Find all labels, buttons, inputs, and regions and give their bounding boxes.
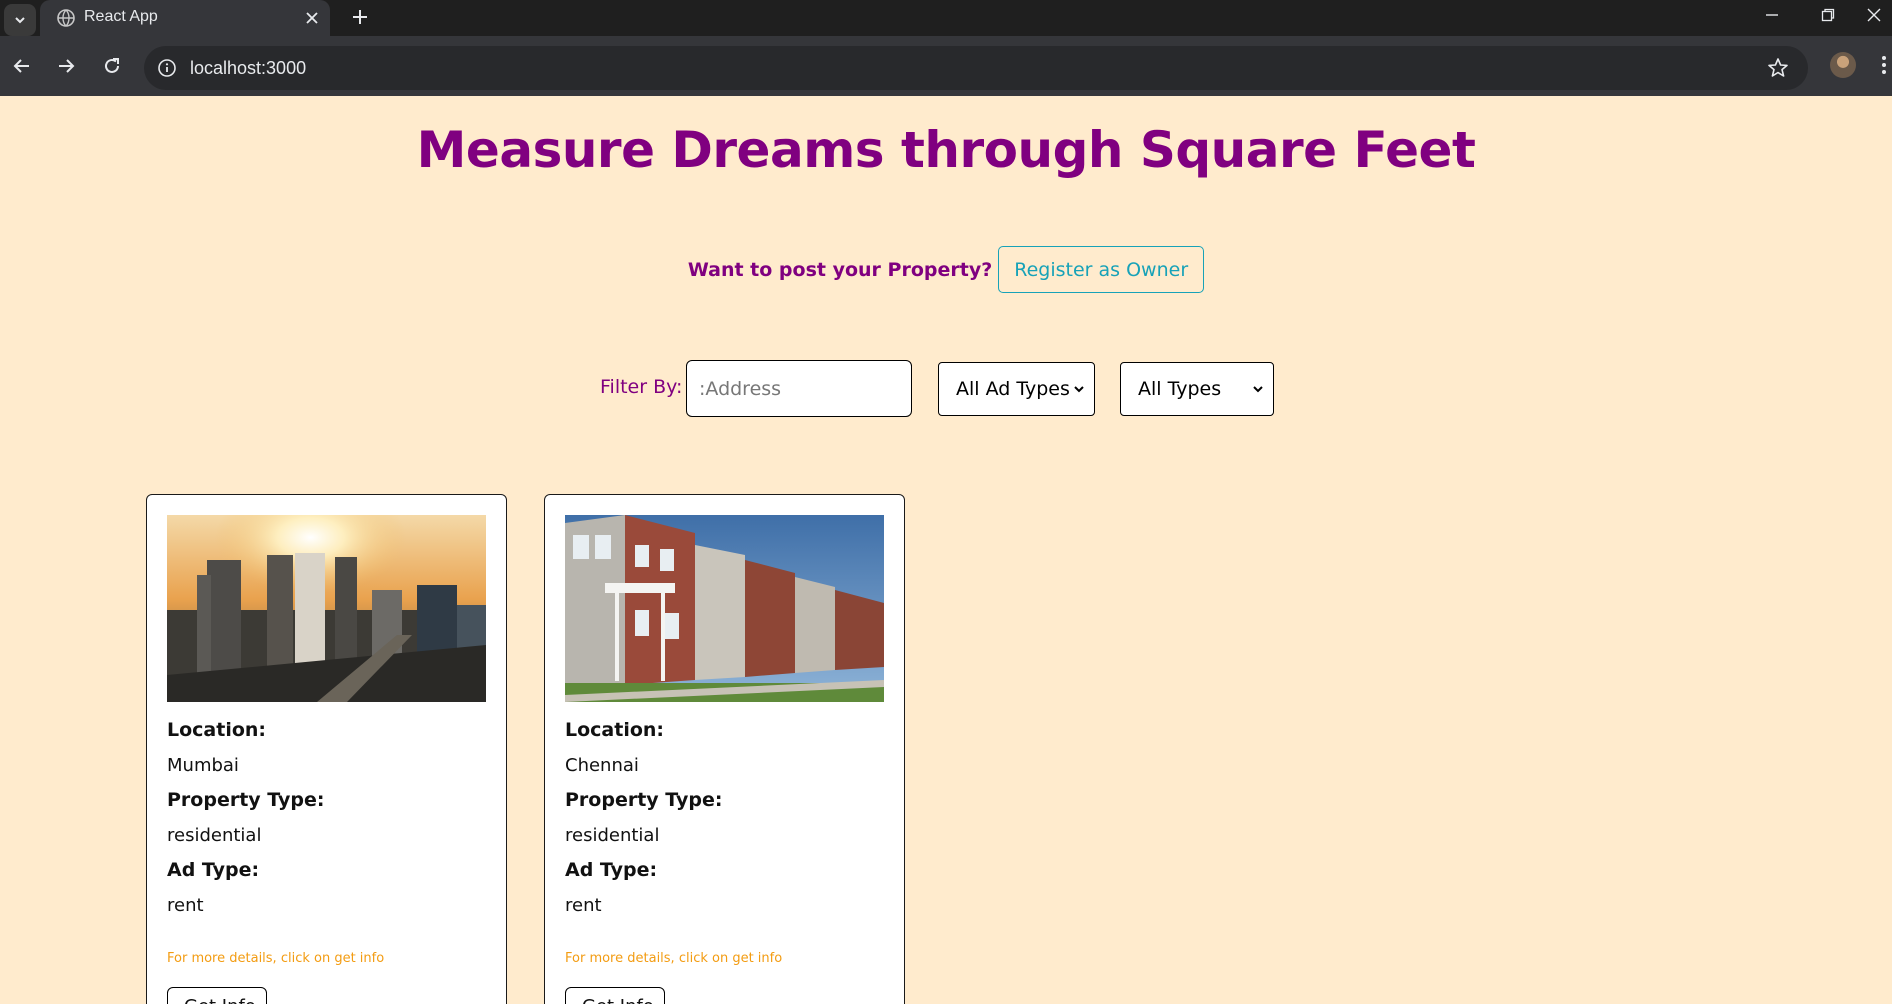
page-title: Measure Dreams through Square Feet	[416, 121, 1476, 179]
get-info-button[interactable]: Get Info	[167, 987, 267, 1004]
browser-toolbar: localhost:3000	[0, 36, 1892, 96]
property-type-value: residential	[167, 825, 262, 846]
location-label: Location:	[167, 719, 267, 741]
minimize-button[interactable]	[1744, 0, 1800, 30]
property-image	[167, 515, 486, 702]
post-property-question: Want to post your Property?	[687, 258, 993, 281]
restore-icon	[1821, 8, 1835, 22]
close-window-button[interactable]	[1856, 0, 1892, 30]
location-label: Location:	[565, 719, 665, 741]
arrow-right-icon	[59, 59, 75, 73]
chevron-down-icon	[1253, 386, 1263, 393]
profile-avatar[interactable]	[1830, 52, 1856, 78]
url-text[interactable]: localhost:3000	[190, 56, 306, 80]
tab-close-button[interactable]	[300, 6, 324, 30]
townhouses-photo-icon	[565, 515, 884, 702]
city-skyline-photo-icon	[167, 515, 486, 702]
tab-search-button[interactable]	[4, 4, 36, 36]
property-card: Location: Mumbai Property Type: resident…	[146, 494, 507, 1004]
address-filter-input[interactable]	[686, 360, 912, 417]
forward-button[interactable]	[46, 46, 86, 86]
globe-icon	[57, 9, 75, 27]
star-icon[interactable]	[1766, 56, 1790, 80]
details-hint: For more details, click on get info	[565, 951, 783, 966]
close-icon	[306, 12, 318, 24]
ad-type-label: Ad Type:	[565, 859, 658, 881]
restore-button[interactable]	[1800, 0, 1856, 30]
property-type-label: Property Type:	[167, 789, 325, 811]
reload-icon	[105, 58, 119, 73]
details-hint: For more details, click on get info	[167, 951, 385, 966]
minimize-icon	[1766, 14, 1778, 16]
type-select-value: All Types	[1138, 378, 1222, 400]
close-icon	[1867, 8, 1881, 22]
ad-type-label: Ad Type:	[167, 859, 260, 881]
location-value: Mumbai	[167, 755, 239, 776]
ad-type-value: rent	[167, 895, 204, 916]
chevron-down-icon	[15, 17, 25, 24]
ad-type-select[interactable]: All Ad Types	[938, 362, 1095, 416]
tab-title: React App	[84, 8, 158, 25]
address-bar[interactable]: localhost:3000	[144, 46, 1808, 90]
ad-type-value: rent	[565, 895, 602, 916]
property-card: Location: Chennai Property Type: residen…	[544, 494, 905, 1004]
filter-row: Filter By: All Ad Types All Types	[0, 360, 1892, 417]
property-type-value: residential	[565, 825, 660, 846]
arrow-left-icon	[13, 59, 29, 73]
page-content: Measure Dreams through Square Feet Want …	[0, 96, 1892, 1004]
plus-icon	[353, 10, 367, 24]
chevron-down-icon	[1074, 386, 1084, 393]
ad-type-select-value: All Ad Types	[956, 378, 1070, 400]
property-image	[565, 515, 884, 702]
back-button[interactable]	[2, 46, 42, 86]
new-tab-button[interactable]	[344, 1, 376, 33]
info-icon[interactable]	[156, 57, 178, 79]
filter-label: Filter By:	[600, 376, 683, 398]
property-type-label: Property Type:	[565, 789, 723, 811]
reload-button[interactable]	[92, 46, 132, 86]
type-select[interactable]: All Types	[1120, 362, 1274, 416]
post-property-row: Want to post your Property? Register as …	[0, 246, 1892, 293]
browser-tab[interactable]: React App	[40, 0, 330, 36]
get-info-button[interactable]: Get Info	[565, 987, 665, 1004]
more-vert-icon[interactable]	[1876, 50, 1892, 80]
register-owner-button[interactable]: Register as Owner	[998, 246, 1205, 293]
location-value: Chennai	[565, 755, 639, 776]
